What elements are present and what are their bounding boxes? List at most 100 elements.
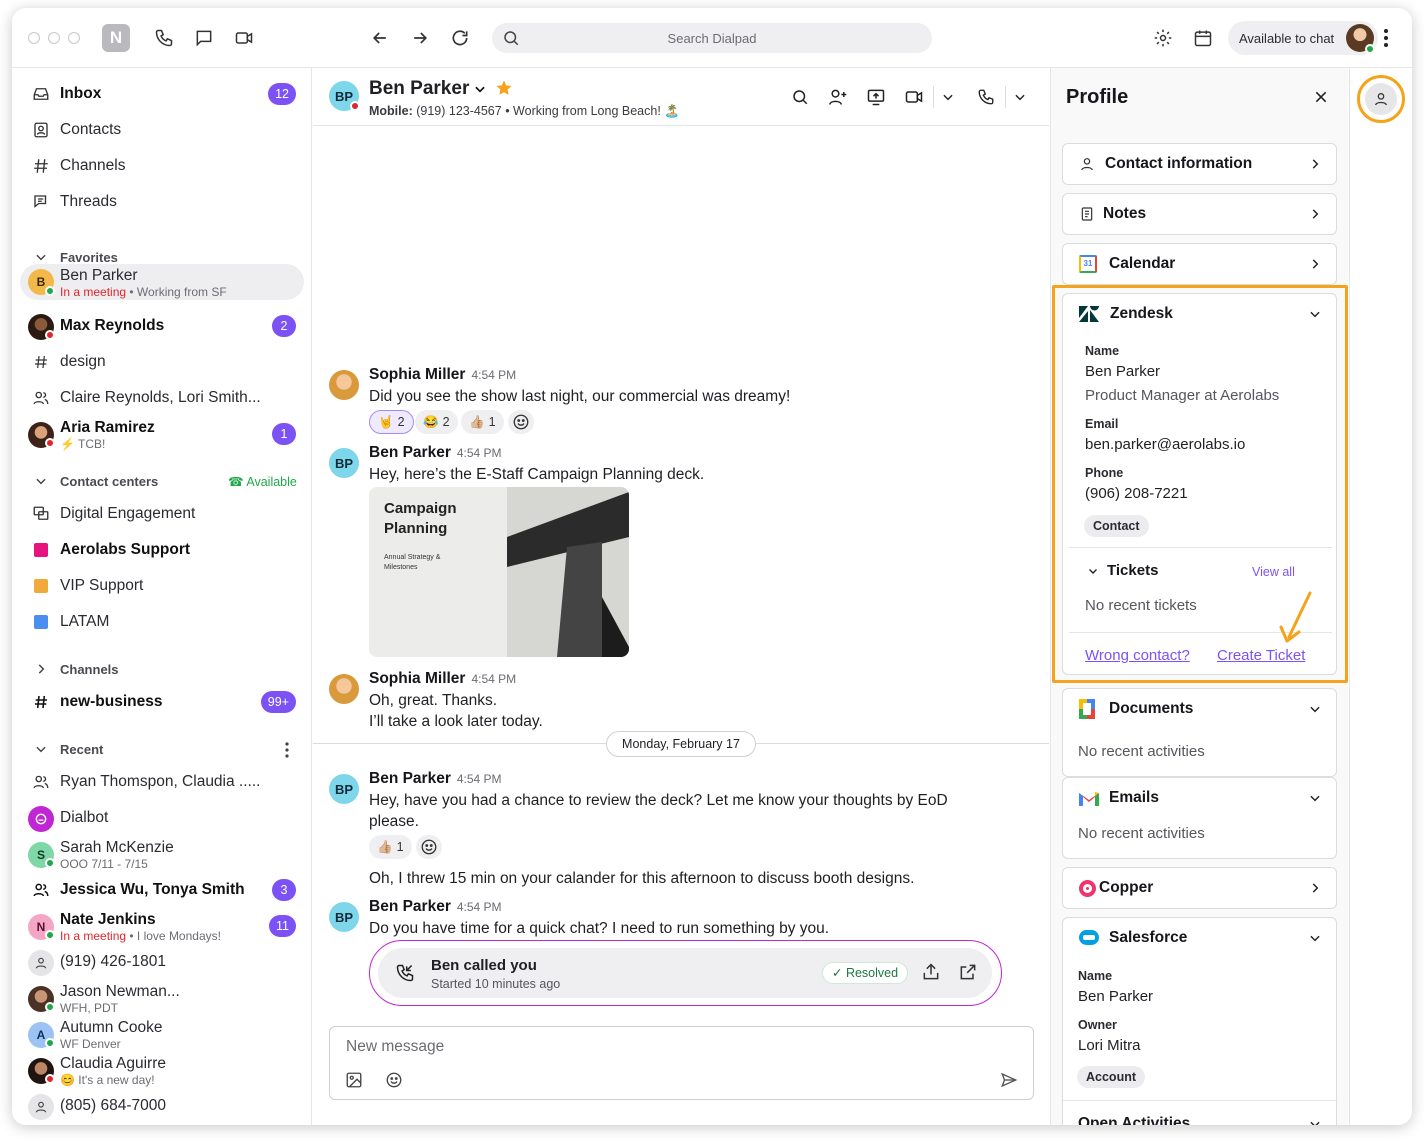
- chevron-down-icon[interactable]: [937, 86, 959, 108]
- add-reaction-button[interactable]: [416, 835, 442, 859]
- sidebar-item-nate-jenkins[interactable]: N Nate Jenkins In a meeting • I love Mon…: [12, 908, 312, 944]
- profile-toggle-button[interactable]: [1365, 83, 1397, 115]
- more-vertical-icon[interactable]: [1374, 26, 1398, 50]
- sidebar-item-latam[interactable]: LATAM: [12, 604, 312, 640]
- reaction-chip[interactable]: 👍🏼 1: [461, 410, 504, 434]
- copper-card[interactable]: Copper: [1062, 867, 1337, 909]
- gear-icon[interactable]: [1151, 26, 1175, 50]
- phone-icon[interactable]: [152, 26, 176, 50]
- emoji-icon[interactable]: [385, 1071, 403, 1089]
- search-input[interactable]: Search Dialpad: [492, 23, 932, 53]
- sidebar-item-digital-engagement[interactable]: Digital Engagement: [12, 496, 312, 532]
- card-title[interactable]: Emails: [1109, 789, 1159, 807]
- reaction-chip[interactable]: 🤘 2: [369, 410, 414, 434]
- screen-share-icon[interactable]: [865, 86, 887, 108]
- account-type-tag: Account: [1077, 1066, 1145, 1088]
- sidebar-item-sarah-mckenzie[interactable]: S Sarah McKenzie OOO 7/11 - 7/15: [12, 836, 312, 872]
- open-activities-title[interactable]: Open Activities: [1078, 1115, 1190, 1125]
- sidebar-item-jason-newman[interactable]: Jason Newman... WFH, PDT: [12, 980, 312, 1016]
- card-title[interactable]: Documents: [1109, 700, 1193, 718]
- chevron-down-icon[interactable]: [1009, 86, 1031, 108]
- reaction-chip[interactable]: 👍🏼 1: [369, 835, 412, 859]
- wrong-contact-link[interactable]: Wrong contact?: [1085, 647, 1190, 664]
- calendar-card[interactable]: 31 Calendar: [1062, 243, 1337, 285]
- availability-status-button[interactable]: Available to chat: [1228, 21, 1378, 55]
- sidebar-item-aerolabs-support[interactable]: Aerolabs Support: [12, 532, 312, 568]
- video-icon[interactable]: [232, 26, 256, 50]
- phone-icon[interactable]: [975, 86, 997, 108]
- message-composer[interactable]: New message: [329, 1026, 1034, 1100]
- share-icon[interactable]: [921, 962, 941, 982]
- avatar[interactable]: BP: [329, 448, 359, 478]
- avatar[interactable]: BP: [329, 774, 359, 804]
- sidebar-item-dialbot[interactable]: Dialbot: [12, 800, 312, 836]
- chevron-down-icon[interactable]: [473, 82, 487, 96]
- sidebar-item-channels[interactable]: Channels: [12, 148, 312, 184]
- chat-icon[interactable]: [192, 26, 216, 50]
- sidebar-item-jessica-tonya[interactable]: Jessica Wu, Tonya Smith 3: [12, 872, 312, 908]
- favorite-star-icon[interactable]: [495, 79, 513, 97]
- chevron-down-icon[interactable]: [1308, 702, 1322, 716]
- contact-name[interactable]: Ben Parker: [369, 78, 469, 100]
- chevron-down-icon[interactable]: [1308, 931, 1322, 945]
- calendar-icon[interactable]: [1191, 26, 1215, 50]
- chevron-down-icon[interactable]: [1087, 565, 1099, 577]
- send-icon[interactable]: [1000, 1071, 1018, 1089]
- view-all-link[interactable]: View all: [1252, 565, 1295, 579]
- contact-center-availability[interactable]: ☎ Available: [228, 474, 297, 489]
- video-icon[interactable]: [903, 86, 925, 108]
- call-card[interactable]: Ben called you Started 10 minutes ago ✓ …: [369, 940, 1002, 1006]
- sidebar-item-design[interactable]: design: [12, 344, 312, 380]
- window-minimize-button[interactable]: [48, 32, 60, 44]
- sidebar-item-new-business[interactable]: new-business 99+: [12, 684, 312, 720]
- window-close-button[interactable]: [28, 32, 40, 44]
- sidebar-item-contacts[interactable]: Contacts: [12, 112, 312, 148]
- zendesk-email[interactable]: ben.parker@aerolabs.io: [1085, 436, 1245, 453]
- tickets-title[interactable]: Tickets: [1107, 562, 1158, 579]
- add-reaction-button[interactable]: [508, 410, 534, 434]
- reaction-chip[interactable]: 😂 2: [415, 410, 458, 434]
- card-title[interactable]: Salesforce: [1109, 929, 1187, 947]
- add-person-icon[interactable]: [827, 86, 849, 108]
- sidebar-item-inbox[interactable]: Inbox 12: [12, 76, 312, 112]
- unread-badge: 2: [272, 315, 296, 337]
- sidebar-item-max-reynolds[interactable]: Max Reynolds 2: [12, 308, 312, 344]
- sidebar-item-status: OOO 7/11 - 7/15: [60, 857, 148, 871]
- chevron-down-icon[interactable]: [1308, 1117, 1322, 1125]
- avatar[interactable]: [329, 370, 359, 400]
- close-icon[interactable]: [1313, 89, 1329, 105]
- recent-more-icon[interactable]: [284, 742, 290, 758]
- digital-engagement-icon: [30, 503, 52, 525]
- sidebar-item-vip-support[interactable]: VIP Support: [12, 568, 312, 604]
- sidebar-item-ryan-thompson-group[interactable]: Ryan Thomspon, Claudia .....: [12, 764, 312, 800]
- chevron-down-icon[interactable]: [1308, 307, 1322, 321]
- channels-section-header[interactable]: Channels: [34, 662, 294, 680]
- forward-arrow-icon[interactable]: [408, 26, 432, 50]
- open-external-icon[interactable]: [958, 962, 978, 982]
- recent-section-header[interactable]: Recent: [34, 742, 294, 760]
- create-ticket-link[interactable]: Create Ticket: [1217, 647, 1305, 664]
- sidebar-item-group-chat[interactable]: Claire Reynolds, Lori Smith...: [12, 380, 312, 416]
- notes-card[interactable]: Notes: [1062, 193, 1337, 235]
- card-title[interactable]: Zendesk: [1110, 305, 1173, 323]
- contact-information-card[interactable]: Contact information: [1062, 143, 1337, 185]
- sidebar-item-claudia-aguirre[interactable]: Claudia Aguirre 😊 It's a new day!: [12, 1052, 312, 1088]
- sidebar-item-aria-ramirez[interactable]: Aria Ramirez ⚡ TCB! 1: [12, 416, 312, 452]
- search-icon[interactable]: [789, 86, 811, 108]
- back-arrow-icon[interactable]: [368, 26, 392, 50]
- sidebar-item-autumn-cooke[interactable]: A Autumn Cooke WF Denver: [12, 1016, 312, 1052]
- deck-attachment[interactable]: Campaign Planning Annual Strategy & Milest…: [369, 487, 629, 657]
- chevron-down-icon[interactable]: [1308, 791, 1322, 805]
- sidebar-item-label: Claire Reynolds, Lori Smith...: [60, 389, 261, 406]
- refresh-icon[interactable]: [448, 26, 472, 50]
- sidebar-item-phone-9194261801[interactable]: (919) 426-1801: [12, 944, 312, 980]
- image-upload-icon[interactable]: [345, 1071, 363, 1089]
- app-logo[interactable]: N: [102, 24, 130, 52]
- avatar[interactable]: [329, 674, 359, 704]
- window-maximize-button[interactable]: [68, 32, 80, 44]
- sidebar-item-threads[interactable]: Threads: [12, 184, 312, 220]
- sidebar-item-ben-parker[interactable]: B Ben Parker In a meeting • Working from…: [20, 264, 304, 300]
- avatar[interactable]: BP: [329, 902, 359, 932]
- zendesk-phone[interactable]: (906) 208-7221: [1085, 485, 1188, 502]
- sidebar-item-phone-8056847000[interactable]: (805) 684-7000: [12, 1088, 312, 1124]
